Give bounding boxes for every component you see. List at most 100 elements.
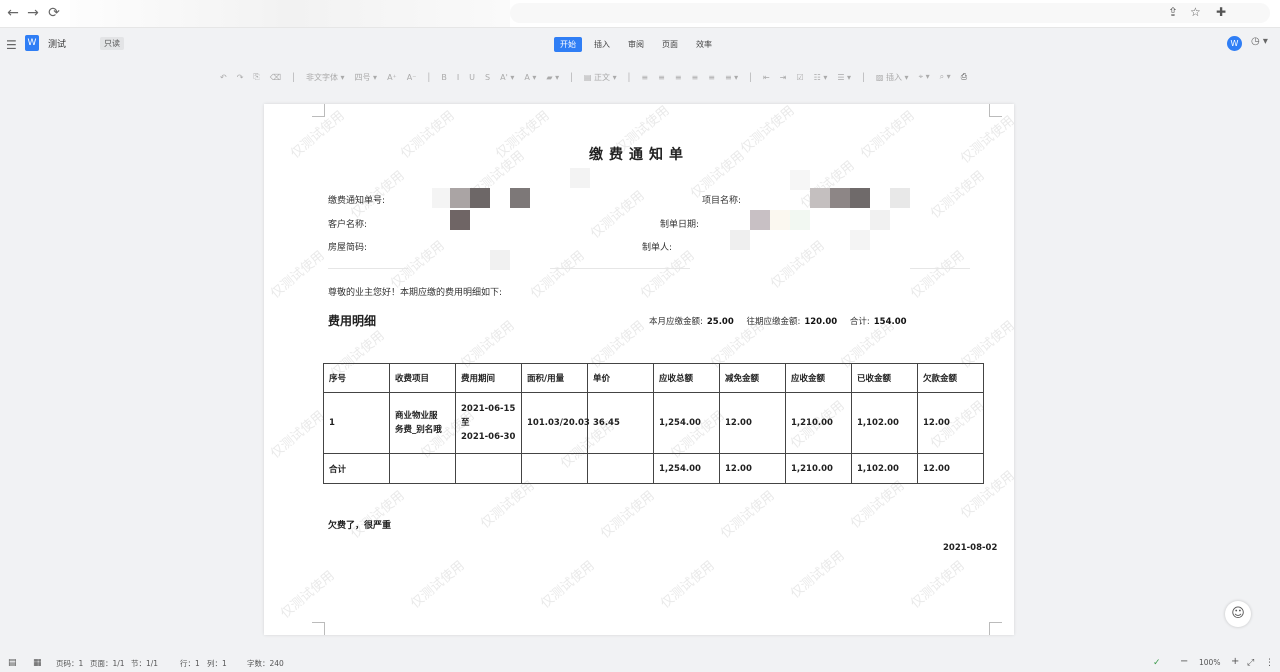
word-count: 字数：240: [247, 659, 284, 668]
toolbar-button[interactable]: ⌖ ▾: [919, 72, 930, 82]
cell-total-due: 1,254.00: [653, 453, 720, 484]
toolbar-button[interactable]: 非文字体 ▾: [306, 72, 345, 83]
toolbar-button[interactable]: B: [441, 73, 447, 82]
cell-received: 1,102.00: [851, 392, 918, 454]
table-total-row: 合计 1,254.00 12.00 1,210.00 1,102.00 12.0…: [323, 453, 984, 484]
period-end: 2021-06-30: [461, 432, 516, 442]
toolbar-button[interactable]: ⌫: [270, 73, 281, 82]
doc-title[interactable]: 测试: [48, 37, 66, 50]
page-view-icon[interactable]: ▦: [33, 658, 42, 668]
toolbar-button[interactable]: A⁻: [407, 73, 417, 82]
watermark-text: 仅测试使用: [658, 558, 718, 612]
page-corner-mark: [989, 104, 1002, 117]
cell-discount: 12.00: [719, 392, 786, 454]
back-icon[interactable]: ←: [4, 4, 22, 22]
toolbar-button[interactable]: ≡: [675, 73, 682, 82]
toolbar-button[interactable]: ☰ ▾: [837, 73, 851, 82]
watermark-text: 仅测试使用: [908, 248, 968, 302]
notice-no-label: 缴费通知单号:: [328, 196, 386, 206]
cell-period: 2021-06-15 至 2021-06-30: [455, 392, 522, 454]
toolbar-button[interactable]: ☷ ▾: [814, 73, 828, 82]
watermark-text: 仅测试使用: [408, 558, 468, 612]
fit-page-icon[interactable]: ⤢: [1247, 658, 1254, 668]
toolbar-button[interactable]: ⌕ ▾: [940, 72, 951, 82]
cell-empty: [389, 453, 456, 484]
wps-logo-icon[interactable]: W: [1227, 36, 1242, 51]
toolbar-button[interactable]: ↶: [220, 73, 227, 82]
zoom-out-icon[interactable]: −: [1180, 656, 1188, 667]
toolbar-button[interactable]: ≡: [708, 73, 715, 82]
redacted-value: [790, 210, 810, 230]
history-icon[interactable]: ◷ ▾: [1251, 36, 1268, 47]
spellcheck-icon[interactable]: ✓: [1153, 658, 1161, 668]
cell-item-line: 务费_别名哦: [395, 425, 442, 435]
previous-amount-value: 120.00: [804, 317, 838, 327]
toolbar-button[interactable]: A⁺: [387, 73, 397, 82]
column-header: 欠款金额: [917, 363, 984, 393]
cell-arrears: 12.00: [917, 392, 984, 454]
redacted-value: [830, 188, 850, 208]
house-code-label: 房屋简码:: [328, 243, 368, 253]
tab-page[interactable]: 页面: [656, 37, 684, 52]
toolbar-button[interactable]: ▤ 正文 ▾: [584, 72, 617, 83]
toolbar-button[interactable]: ☑: [796, 73, 803, 82]
watermark-text: 仅测试使用: [588, 188, 648, 242]
redacted-value: [510, 188, 530, 208]
toolbar-separator: │: [626, 72, 632, 82]
previous-amount-label: 往期应缴金额:: [746, 317, 801, 327]
toolbar-button[interactable]: ▰ ▾: [546, 73, 559, 82]
assistant-icon[interactable]: ☺: [1225, 601, 1251, 627]
tab-review[interactable]: 审阅: [622, 37, 650, 52]
tab-insert[interactable]: 插入: [588, 37, 616, 52]
browser-toolbar: ← → ⟳ ⇪ ☆ ✚: [0, 0, 1280, 28]
cell-item-line: 商业物业服: [395, 411, 438, 421]
star-icon[interactable]: ☆: [1190, 5, 1201, 19]
toolbar-button[interactable]: ≡: [658, 73, 665, 82]
cell-empty: [455, 453, 522, 484]
redacted-value: [770, 210, 790, 230]
toolbar-button[interactable]: ⎘: [253, 72, 259, 82]
table-header-row: 序号 收费项目 费用期间 面积/用量 单价 应收总额 减免金额 应收金额 已收金…: [323, 363, 984, 393]
more-icon[interactable]: ⋮: [1265, 658, 1274, 668]
outline-icon[interactable]: ▤: [8, 658, 17, 668]
toolbar-button[interactable]: ≡ ▾: [725, 73, 738, 82]
column-header: 费用期间: [455, 363, 522, 393]
reload-icon[interactable]: ⟳: [45, 4, 63, 22]
toolbar-button[interactable]: 四号 ▾: [355, 72, 378, 83]
cell-arrears: 12.00: [917, 453, 984, 484]
tab-efficiency[interactable]: 效率: [690, 37, 718, 52]
watermark-text: 仅测试使用: [908, 558, 968, 612]
address-bar[interactable]: [510, 3, 1270, 23]
toolbar-button[interactable]: ⇥: [780, 73, 787, 82]
toolbar-button[interactable]: A' ▾: [500, 73, 514, 82]
toolbar-button[interactable]: ≡: [641, 73, 648, 82]
watermark-text: 仅测试使用: [528, 248, 588, 302]
toolbar-button[interactable]: ↷: [237, 73, 244, 82]
share-icon[interactable]: ⇪: [1168, 5, 1178, 19]
redacted-value: [890, 188, 910, 208]
toolbar-button[interactable]: ▨ 插入 ▾: [876, 72, 909, 83]
tab-start[interactable]: 开始: [554, 37, 582, 52]
watermark-text: 仅测试使用: [278, 568, 338, 622]
amount-summary: 本月应缴金额: 25.00 往期应缴金额: 120.00 合计: 154.00: [649, 315, 917, 327]
divider: [910, 268, 970, 269]
toolbar-button[interactable]: A ▾: [524, 73, 536, 82]
created-date-label: 制单日期:: [660, 220, 700, 230]
status-bar: ▤ ▦ 页码：1 页面：1/1 节：1/1 行：1 列：1 字数：240 ✓ −…: [0, 654, 1280, 672]
watermark-text: 仅测试使用: [268, 248, 328, 302]
zoom-in-icon[interactable]: +: [1231, 656, 1239, 667]
watermark-text: 仅测试使用: [788, 548, 848, 602]
toolbar-button[interactable]: U: [469, 73, 475, 82]
column-header: 面积/用量: [521, 363, 588, 393]
menu-icon[interactable]: ☰: [6, 38, 17, 52]
toolbar-button[interactable]: ≡: [692, 73, 699, 82]
redacted-value: [850, 230, 870, 250]
forward-icon[interactable]: →: [24, 4, 42, 22]
watermark-text: 仅测试使用: [348, 488, 408, 542]
toolbar-button[interactable]: ⎙: [961, 72, 967, 82]
zoom-level[interactable]: 100%: [1199, 658, 1220, 667]
toolbar-button[interactable]: ⇤: [763, 73, 770, 82]
toolbar-button[interactable]: I: [457, 73, 459, 82]
extension-icon[interactable]: ✚: [1216, 5, 1226, 19]
toolbar-button[interactable]: S: [485, 73, 490, 82]
